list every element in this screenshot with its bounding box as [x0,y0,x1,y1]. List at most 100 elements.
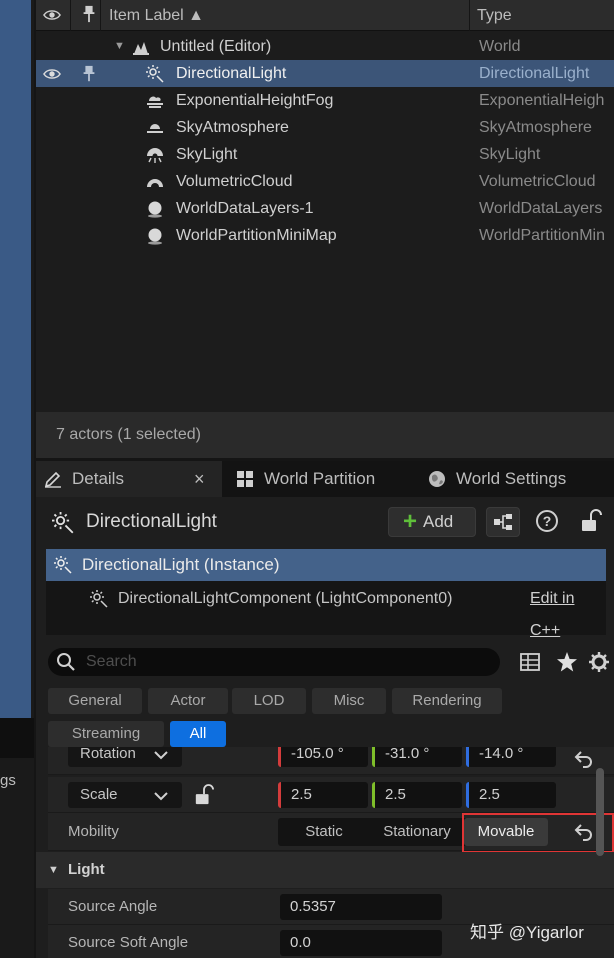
row-label: SkyAtmosphere [176,119,289,136]
outliner-row-minimap[interactable]: WorldPartitionMiniMap WorldPartitionMin [36,222,614,249]
table-view-icon[interactable] [520,652,540,672]
add-label: Add [423,512,454,531]
rotation-z-field[interactable]: -14.0 ° [466,747,556,767]
expand-arrow-icon[interactable]: ▼ [114,33,125,60]
row-label: WorldDataLayers-1 [176,200,314,217]
mobility-row: Mobility Static Stationary Movable [48,813,614,853]
column-item-label[interactable]: Item Label ▲ [109,0,204,31]
filter-streaming[interactable]: Streaming [48,721,164,747]
source-soft-angle-field[interactable]: 0.0 [280,930,442,956]
visibility-header-icon[interactable] [43,6,61,24]
source-angle-label: Source Angle [68,898,158,915]
actor-name[interactable]: DirectionalLight [86,511,217,533]
sphere-icon [148,201,162,218]
rotation-x-field[interactable]: -105.0 ° [278,747,368,767]
search-placeholder: Search [86,653,137,670]
filter-rendering[interactable]: Rendering [392,688,502,714]
outliner-row-world[interactable]: ▼ Untitled (Editor) World [36,33,614,60]
scale-y-field[interactable]: 2.5 [372,782,462,808]
tab-details[interactable]: Details × [36,461,222,497]
scale-x-field[interactable]: 2.5 [278,782,368,808]
details-scrollbar[interactable] [596,768,604,856]
sun-icon [90,590,108,608]
outliner-row-sky-atmosphere[interactable]: SkyAtmosphere SkyAtmosphere [36,114,614,141]
row-type: SkyAtmosphere [479,119,592,136]
pin-header-icon[interactable] [80,5,98,23]
row-type: DirectionalLight [479,65,590,82]
light-category[interactable]: ▼ Light [36,852,614,888]
tab-world-settings[interactable]: World Settings [424,461,614,497]
row-label: ExponentialHeightFog [176,92,334,109]
watermark: 知乎 @Yigarlor [470,923,584,942]
cloud-icon [147,179,163,187]
globe-icon [429,471,445,487]
search-input[interactable]: Search [48,648,500,676]
outliner-status: 7 actors (1 selected) [36,412,614,458]
row-type: WorldDataLayers [479,200,603,217]
outliner-row-world-data-layers[interactable]: WorldDataLayers-1 WorldDataLayers [36,195,614,222]
highlight-box [462,813,614,853]
world-outliner: Item Label ▲ Type ▼ Untitled (Editor) Wo… [36,0,614,458]
row-label: DirectionalLight [176,65,287,82]
scale-z-field[interactable]: 2.5 [466,782,556,808]
row-type: WorldPartitionMin [479,227,605,244]
skylight-icon [147,148,163,163]
filter-general[interactable]: General [48,688,142,714]
scale-row: Scale 2.5 2.5 2.5 [48,777,614,813]
rotation-dropdown[interactable]: Rotation [68,747,182,767]
settings-gear-icon[interactable] [588,651,610,673]
close-icon[interactable]: × [194,461,205,497]
outliner-row-directional-light[interactable]: DirectionalLight DirectionalLight [36,60,614,87]
source-angle-field[interactable]: 0.5357 [280,894,442,920]
filter-all[interactable]: All [170,721,226,747]
component-instance-row[interactable]: DirectionalLight (Instance) [46,549,606,581]
sun-icon [54,556,72,574]
plus-icon: + [403,508,418,535]
left-partial-label: gs [0,772,16,789]
component-row[interactable]: DirectionalLightComponent (LightComponen… [46,583,606,639]
tab-label: Details [72,469,124,488]
details-panel: DirectionalLight + Add ? DirectionalLigh… [36,497,614,958]
row-label: VolumetricCloud [176,173,293,190]
reset-arrow-icon[interactable] [574,749,594,769]
blueprint-button[interactable] [486,507,520,537]
level-icon [133,42,149,55]
atmosphere-icon [147,124,163,133]
tab-label: World Settings [456,469,567,488]
add-component-button[interactable]: + Add [388,507,476,537]
tab-label: World Partition [264,469,376,488]
outliner-row-volumetric-cloud[interactable]: VolumetricCloud VolumetricCloud [36,168,614,195]
source-soft-angle-label: Source Soft Angle [68,934,189,951]
mobility-label: Mobility [68,823,119,840]
filter-lod[interactable]: LOD [232,688,306,714]
blueprint-icon [494,514,512,530]
edit-in-cpp-link[interactable]: Edit in C++ [530,583,606,647]
sun-icon [52,512,74,534]
row-type: ExponentialHeigh [479,92,605,109]
collapse-arrow-icon[interactable]: ▼ [48,852,59,888]
visibility-icon[interactable] [43,65,61,83]
help-icon[interactable]: ? [536,510,558,532]
lock-icon[interactable] [194,784,214,806]
column-type[interactable]: Type [477,0,512,31]
favorite-star-icon[interactable] [556,651,578,673]
row-label: SkyLight [176,146,238,163]
tab-world-partition[interactable]: World Partition [232,461,412,497]
outliner-row-fog[interactable]: ExponentialHeightFog ExponentialHeigh [36,87,614,114]
row-type: VolumetricCloud [479,173,596,190]
rotation-y-field[interactable]: -31.0 ° [372,747,462,767]
mobility-static-button[interactable]: Static [278,818,370,846]
rotation-row: Rotation -105.0 ° -31.0 ° -14.0 ° [48,747,614,775]
outliner-row-skylight[interactable]: SkyLight SkyLight [36,141,614,168]
component-tree: DirectionalLight (Instance) DirectionalL… [46,549,606,639]
filter-actor[interactable]: Actor [148,688,228,714]
component-instance-label: DirectionalLight (Instance) [82,555,280,574]
component-label: DirectionalLightComponent (LightComponen… [118,590,453,607]
filter-misc[interactable]: Misc [312,688,386,714]
grid-icon [237,471,253,487]
chevron-down-icon [154,782,168,810]
scale-dropdown[interactable]: Scale [68,782,182,808]
pin-icon[interactable] [80,65,98,83]
mobility-stationary-button[interactable]: Stationary [370,818,464,846]
lock-icon[interactable] [580,509,602,533]
